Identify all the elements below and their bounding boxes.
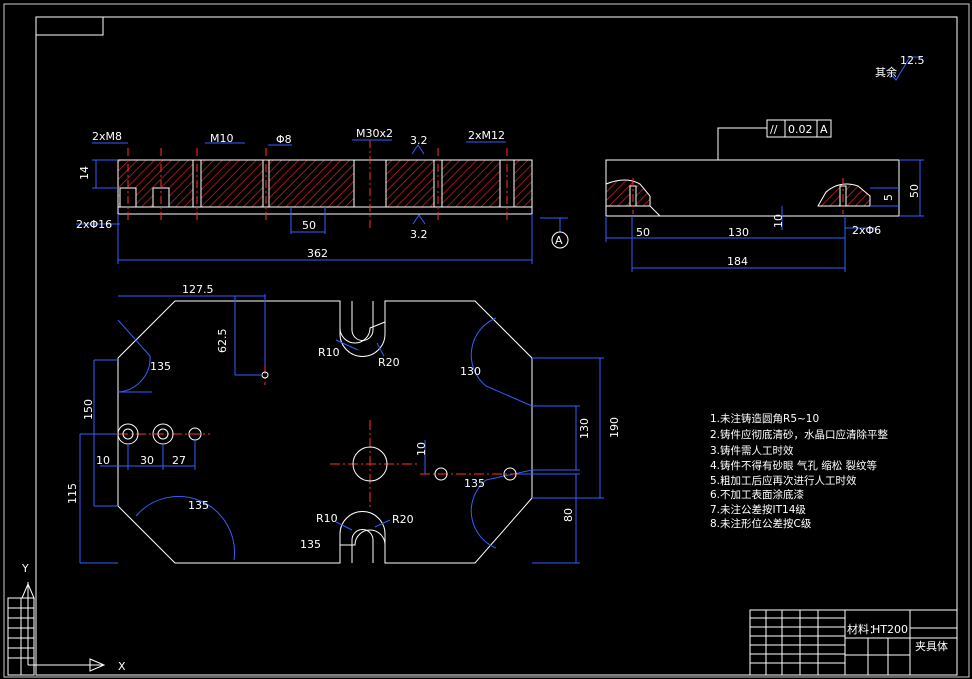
note-3: 3.铸件需人工时效	[710, 444, 794, 457]
left-stamp-block	[7, 597, 35, 676]
section-body	[117, 159, 533, 208]
plan-dim: R10	[318, 346, 340, 359]
plan-dim: R10	[316, 512, 338, 525]
plan-dim: 30	[140, 454, 154, 467]
material-value: HT200	[872, 623, 908, 636]
side-dim: 5	[882, 194, 895, 201]
section-dim: 3.2	[410, 228, 428, 241]
datum-label: A	[555, 234, 563, 247]
side-dim: 2xΦ6	[852, 224, 881, 237]
tolerance-symbol: //	[770, 123, 778, 136]
note-4: 4.铸件不得有砂眼 气孔 缩松 裂纹等	[710, 459, 878, 472]
section-dim: M10	[210, 132, 234, 145]
plan-dim: R20	[392, 513, 414, 526]
roughness-value: 12.5	[900, 54, 925, 67]
plan-dim: 127.5	[182, 283, 214, 296]
cad-drawing-canvas[interactable]: 12.5 其余 A 2xM8 M10 Φ8 M30x2 3.2 2xM12 14…	[0, 0, 972, 679]
side-dim: 50	[636, 226, 650, 239]
part-name: 夹具体	[915, 639, 948, 653]
tolerance-value: 0.02	[788, 123, 813, 136]
section-dim: 2xM8	[92, 130, 122, 143]
plan-view: 127.5 62.5 R10 R20 135 130 130 190 150 1…	[66, 283, 621, 564]
plan-dim: 130	[578, 418, 591, 439]
plan-dim: 80	[562, 508, 575, 522]
section-dim: 50	[302, 219, 316, 232]
side-dim: 130	[728, 226, 749, 239]
section-dim: 3.2	[410, 134, 428, 147]
section-dim: 14	[78, 166, 91, 180]
note-6: 6.不加工表面涂底漆	[710, 488, 805, 501]
side-dim: 184	[727, 255, 748, 268]
section-dim: Φ8	[276, 133, 292, 146]
tolerance-frame: // 0.02 A	[717, 119, 832, 160]
side-dim: 50	[908, 184, 921, 198]
drawing-frame	[3, 3, 970, 678]
note-2: 2.铸件应彻底清砂，水晶口应清除平整	[710, 428, 889, 441]
plan-dim: 10	[96, 454, 110, 467]
section-dim: M30x2	[356, 127, 393, 140]
plan-dim: 135	[188, 499, 209, 512]
section-dim: 2xM12	[468, 129, 505, 142]
plan-dim: 135	[300, 538, 321, 551]
note-1: 1.未注铸造圆角R5~10	[710, 412, 819, 425]
plan-dim: 150	[82, 399, 95, 420]
plan-dim: 10	[415, 442, 428, 456]
roughness-symbol: 12.5 其余	[875, 54, 925, 81]
plan-dim: 115	[66, 483, 79, 504]
section-view: A 2xM8 M10 Φ8 M30x2 3.2 2xM12 14 2xΦ16 5…	[76, 127, 569, 264]
plan-dim: 135	[150, 360, 171, 373]
technical-notes: 1.未注铸造圆角R5~10 2.铸件应彻底清砂，水晶口应清除平整 3.铸件需人工…	[710, 412, 889, 530]
side-dim: 10	[772, 214, 785, 228]
tolerance-datum: A	[820, 123, 828, 136]
side-view: // 0.02 A 5 50 50 130 10 2xΦ6 184	[605, 119, 924, 272]
plan-dim: R20	[378, 356, 400, 369]
plan-dim: 130	[460, 365, 481, 378]
ucs-x-label: X	[118, 660, 126, 673]
plan-dim: 62.5	[216, 329, 229, 354]
roughness-label: 其余	[875, 65, 897, 79]
ucs-y-label: Y	[21, 562, 29, 575]
section-dim: 362	[307, 247, 328, 260]
note-7: 7.未注公差按IT14级	[710, 503, 806, 516]
section-dim: 2xΦ16	[76, 218, 112, 231]
plan-dim: 27	[172, 454, 186, 467]
plan-dim: 190	[608, 417, 621, 438]
plan-dim: 135	[464, 477, 485, 490]
note-8: 8.未注形位公差按C级	[710, 517, 812, 530]
note-5: 5.粗加工后应再次进行人工时效	[710, 474, 857, 487]
